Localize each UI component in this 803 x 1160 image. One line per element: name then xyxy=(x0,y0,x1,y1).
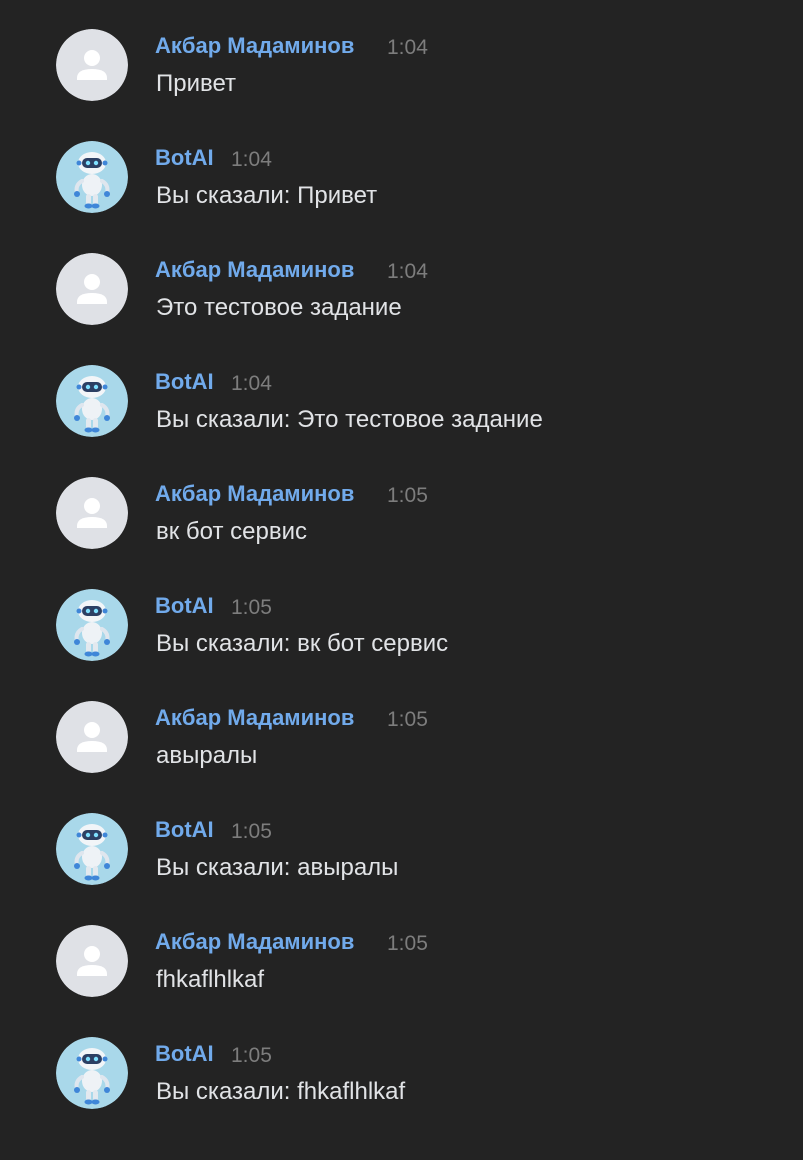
author-name[interactable]: Акбар Мадаминов xyxy=(155,257,354,283)
user-avatar[interactable] xyxy=(56,701,128,773)
robot-icon xyxy=(56,141,128,213)
message-row: BotAI 1:05 Вы сказали: fhkaflhlkaf xyxy=(0,1008,803,1109)
author-name[interactable]: BotAI xyxy=(155,369,214,395)
bot-avatar[interactable] xyxy=(56,813,128,885)
message-text: Вы сказали: Привет xyxy=(156,182,378,209)
user-placeholder-icon xyxy=(56,29,128,101)
message-time: 1:04 xyxy=(231,372,272,395)
chat-history: Акбар Мадаминов 1:04 Привет BotAI 1:04 В… xyxy=(0,0,803,1160)
user-placeholder-icon xyxy=(56,253,128,325)
message-time: 1:05 xyxy=(387,484,428,507)
author-name[interactable]: BotAI xyxy=(155,145,214,171)
bot-avatar[interactable] xyxy=(56,589,128,661)
message-text: Вы сказали: вк бот сервис xyxy=(156,630,449,657)
bot-avatar[interactable] xyxy=(56,365,128,437)
message-row: Акбар Мадаминов 1:04 Привет xyxy=(0,0,803,101)
message-text: авыралы xyxy=(156,742,258,769)
message-text: Вы сказали: Это тестовое задание xyxy=(156,406,543,433)
message-row: BotAI 1:04 Вы сказали: Привет xyxy=(0,112,803,213)
message-row: Акбар Мадаминов 1:05 fhkaflhlkaf xyxy=(0,896,803,997)
robot-icon xyxy=(56,813,128,885)
robot-icon xyxy=(56,365,128,437)
author-name[interactable]: Акбар Мадаминов xyxy=(155,481,354,507)
message-text: Вы сказали: авыралы xyxy=(156,854,399,881)
user-placeholder-icon xyxy=(56,701,128,773)
message-time: 1:05 xyxy=(387,708,428,731)
author-name[interactable]: BotAI xyxy=(155,593,214,619)
message-text: вк бот сервис xyxy=(156,518,307,545)
author-name[interactable]: BotAI xyxy=(155,1041,214,1067)
message-row: BotAI 1:04 Вы сказали: Это тестовое зада… xyxy=(0,336,803,437)
message-row: Акбар Мадаминов 1:04 Это тестовое задани… xyxy=(0,224,803,325)
message-time: 1:04 xyxy=(387,36,428,59)
user-placeholder-icon xyxy=(56,477,128,549)
author-name[interactable]: Акбар Мадаминов xyxy=(155,705,354,731)
author-name[interactable]: BotAI xyxy=(155,817,214,843)
author-name[interactable]: Акбар Мадаминов xyxy=(155,929,354,955)
robot-icon xyxy=(56,1037,128,1109)
bot-avatar[interactable] xyxy=(56,1037,128,1109)
message-time: 1:05 xyxy=(231,820,272,843)
message-time: 1:04 xyxy=(387,260,428,283)
message-row: Акбар Мадаминов 1:05 авыралы xyxy=(0,672,803,773)
message-row: Акбар Мадаминов 1:05 вк бот сервис xyxy=(0,448,803,549)
user-avatar[interactable] xyxy=(56,29,128,101)
user-avatar[interactable] xyxy=(56,253,128,325)
message-row: BotAI 1:05 Вы сказали: вк бот сервис xyxy=(0,560,803,661)
message-time: 1:05 xyxy=(231,596,272,619)
user-avatar[interactable] xyxy=(56,477,128,549)
message-time: 1:04 xyxy=(231,148,272,171)
bot-avatar[interactable] xyxy=(56,141,128,213)
user-avatar[interactable] xyxy=(56,925,128,997)
message-time: 1:05 xyxy=(231,1044,272,1067)
robot-icon xyxy=(56,589,128,661)
message-row: BotAI 1:05 Вы сказали: авыралы xyxy=(0,784,803,885)
message-text: fhkaflhlkaf xyxy=(156,966,265,993)
user-placeholder-icon xyxy=(56,925,128,997)
message-text: Это тестовое задание xyxy=(156,294,402,321)
author-name[interactable]: Акбар Мадаминов xyxy=(155,33,354,59)
message-text: Привет xyxy=(156,70,237,97)
message-time: 1:05 xyxy=(387,932,428,955)
message-text: Вы сказали: fhkaflhlkaf xyxy=(156,1078,406,1105)
